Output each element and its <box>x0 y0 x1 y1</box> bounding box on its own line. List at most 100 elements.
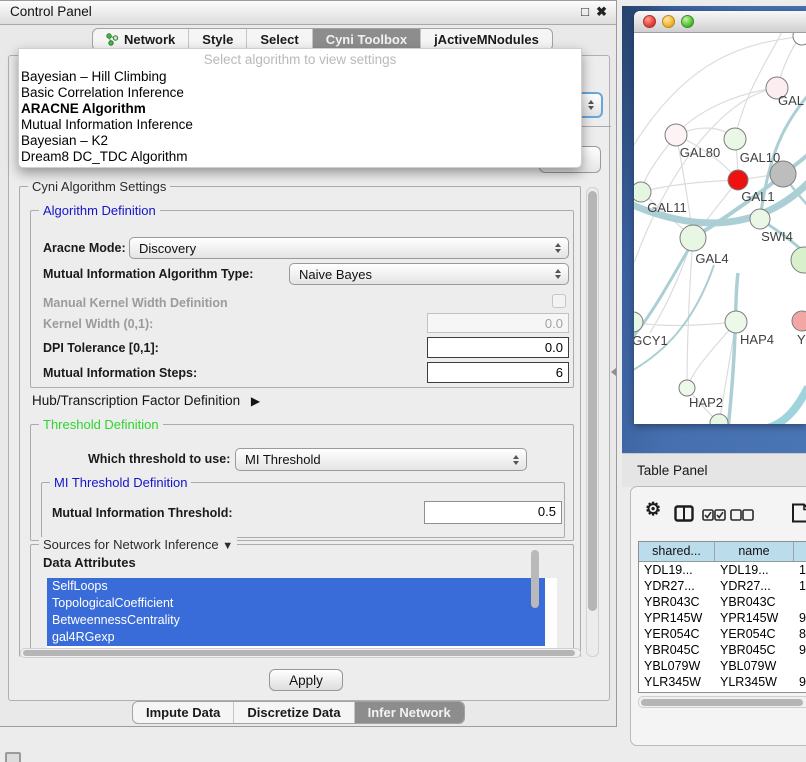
close-window-icon[interactable]: ✖ <box>596 4 607 20</box>
network-node[interactable] <box>679 380 695 396</box>
data-attributes-list[interactable]: SelfLoopsTopologicalCoefficientBetweenne… <box>47 578 557 648</box>
panel-corner-icon[interactable] <box>5 752 21 762</box>
table-cell[interactable]: YBR045C <box>715 642 794 658</box>
tab-impute-data[interactable]: Impute Data <box>133 702 234 723</box>
table-row[interactable]: YLR345WYLR345W9. <box>639 674 806 690</box>
data-attribute-item[interactable]: BetweennessCentrality <box>47 612 545 629</box>
gear-icon[interactable]: ⚙ <box>645 499 661 520</box>
table-row[interactable]: YPR145WYPR145W9. <box>639 610 806 626</box>
tab-network[interactable]: Network <box>93 29 189 50</box>
apply-button[interactable]: Apply <box>269 669 343 691</box>
column-header-name[interactable]: name <box>715 542 794 561</box>
network-node[interactable] <box>791 247 806 273</box>
aracne-mode-combo[interactable]: Discovery <box>129 237 569 259</box>
mi-steps-field[interactable]: 6 <box>427 362 569 383</box>
table-row[interactable]: YBL079WYBL079W <box>639 658 806 674</box>
table-horizontal-scrollbar[interactable] <box>638 696 806 708</box>
document-icon[interactable] <box>791 503 806 528</box>
network-node[interactable] <box>793 33 806 45</box>
table-cell[interactable]: YPR145W <box>715 610 794 626</box>
deselect-all-checkboxes-icon[interactable] <box>730 508 754 526</box>
tab-infer-network[interactable]: Infer Network <box>355 702 464 723</box>
panel-splitter-handle[interactable] <box>611 368 616 376</box>
data-attribute-item[interactable]: SelfLoops <box>47 578 545 595</box>
network-node[interactable] <box>770 161 796 187</box>
zoom-traffic-light[interactable] <box>681 15 694 28</box>
table-cell[interactable]: YDR27... <box>639 578 715 594</box>
table-cell[interactable]: YDL19... <box>639 562 715 578</box>
table-row[interactable]: YER054CYER054C8. <box>639 626 806 642</box>
table-cell[interactable]: YBL079W <box>639 658 715 674</box>
table-cell[interactable]: 12 <box>794 578 806 594</box>
table-cell[interactable]: YBL079W <box>715 658 794 674</box>
table-cell[interactable]: YDR27... <box>715 578 794 594</box>
float-window-icon[interactable]: □ <box>581 4 589 20</box>
table-horizontal-scrollbar-thumb[interactable] <box>641 699 803 706</box>
tab-select[interactable]: Select <box>247 29 312 50</box>
data-attribute-item[interactable]: TopologicalCoefficient <box>47 595 545 612</box>
algorithm-option[interactable]: Dream8 DC_TDC Algorithm <box>19 149 581 165</box>
tab-cyni-toolbox[interactable]: Cyni Toolbox <box>313 29 421 50</box>
column-header-shared-name[interactable]: shared... <box>639 542 715 561</box>
network-canvas[interactable]: GALGAL80GAL10GAL1GAL11SWI4GAL4GCY1HAP4YH… <box>634 33 806 424</box>
sources-group-title[interactable]: Sources for Network Inference ▼ <box>39 537 237 552</box>
settings-vertical-scrollbar[interactable] <box>586 187 599 657</box>
table-row[interactable]: YDR27...YDR27...12 <box>639 578 806 594</box>
hub-definition-toggle[interactable]: Hub/Transcription Factor Definition ▶ <box>32 393 260 408</box>
network-node[interactable] <box>710 414 728 424</box>
close-traffic-light[interactable] <box>643 15 656 28</box>
minimize-traffic-light[interactable] <box>662 15 675 28</box>
table-cell[interactable]: YBR043C <box>639 594 715 610</box>
column-header-partial[interactable] <box>794 542 806 561</box>
table-cell[interactable]: 9 <box>794 690 806 693</box>
table-cell[interactable]: 13 <box>794 562 806 578</box>
tab-discretize-data[interactable]: Discretize Data <box>234 702 354 723</box>
columns-icon[interactable] <box>674 505 694 527</box>
network-window-titlebar[interactable] <box>634 11 806 33</box>
table-cell[interactable] <box>794 594 806 610</box>
table-row[interactable]: YBR045CYBR045C9. <box>639 642 806 658</box>
table-row[interactable]: YDL19...YDL19...13 <box>639 562 806 578</box>
algorithm-option[interactable]: Bayesian – Hill Climbing <box>19 69 581 85</box>
algorithm-option[interactable]: Basic Correlation Inference <box>19 85 581 101</box>
network-node[interactable] <box>724 128 746 150</box>
table-cell[interactable]: 8. <box>794 626 806 642</box>
table-cell[interactable]: 9. <box>794 642 806 658</box>
table-cell[interactable]: YER054C <box>715 626 794 642</box>
network-node[interactable] <box>680 225 706 251</box>
dpi-tolerance-field[interactable]: 0.0 <box>427 337 569 358</box>
attributes-list-scrollbar-thumb[interactable] <box>531 550 539 608</box>
table-cell[interactable]: YBR043C <box>715 594 794 610</box>
tab-jactivemnodules[interactable]: jActiveMNodules <box>421 29 552 50</box>
table-cell[interactable]: YBR045C <box>639 642 715 658</box>
table-cell[interactable]: YER054C <box>639 626 715 642</box>
table-cell[interactable]: YPR145W <box>639 610 715 626</box>
mi-type-combo[interactable]: Naive Bayes <box>289 263 569 285</box>
table-cell[interactable]: YJL053C <box>639 690 715 693</box>
network-node[interactable] <box>750 209 770 229</box>
network-node[interactable] <box>634 312 643 332</box>
network-node[interactable] <box>725 311 747 333</box>
network-node[interactable] <box>792 311 806 331</box>
mi-threshold-field[interactable]: 0.5 <box>424 501 562 524</box>
table-row[interactable]: YJL053CYJL053C9 <box>639 690 806 693</box>
table-cell[interactable]: YLR345W <box>639 674 715 690</box>
collapse-down-icon[interactable]: ▼ <box>222 540 233 552</box>
table-cell[interactable] <box>794 658 806 674</box>
settings-vertical-scrollbar-thumb[interactable] <box>588 191 597 611</box>
table-cell[interactable]: YJL053C <box>715 690 794 693</box>
network-node[interactable] <box>728 170 748 190</box>
which-threshold-combo[interactable]: MI Threshold <box>235 448 527 471</box>
table-row[interactable]: YBR043CYBR043C <box>639 594 806 610</box>
manual-kernel-checkbox[interactable] <box>552 294 566 308</box>
data-attribute-item[interactable]: gal4RGexp <box>47 629 545 646</box>
algorithm-option[interactable]: ARACNE Algorithm <box>19 101 581 117</box>
table-cell[interactable]: 9. <box>794 610 806 626</box>
table-cell[interactable]: YLR345W <box>715 674 794 690</box>
network-node[interactable] <box>665 124 687 146</box>
algorithm-option[interactable]: Bayesian – K2 <box>19 133 581 149</box>
network-node[interactable] <box>634 182 651 202</box>
settings-horizontal-scrollbar-thumb[interactable] <box>23 650 575 656</box>
select-all-checkboxes-icon[interactable] <box>702 508 726 526</box>
table-cell[interactable]: 9. <box>794 674 806 690</box>
